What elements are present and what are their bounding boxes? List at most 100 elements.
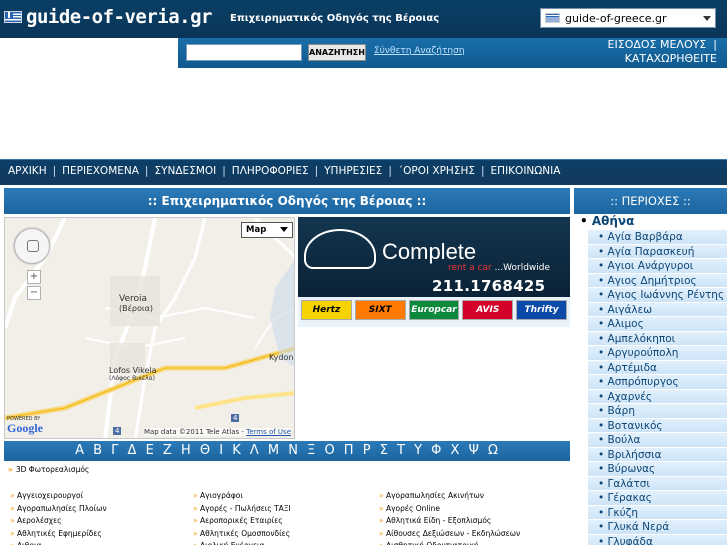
region-item[interactable]: Βοτανικός [588, 418, 727, 433]
nav-separator: | [481, 165, 485, 177]
ad-sub-white: ...Worldwide [494, 263, 551, 273]
region-item[interactable]: Βύρωνας [588, 462, 727, 477]
region-item[interactable]: Αγιος Δημήτριος [588, 273, 727, 288]
ad-banner[interactable]: Complete rent a car ...Worldwide 211.176… [298, 217, 570, 327]
car-icon [304, 229, 376, 269]
nav-item[interactable]: ΣΥΝΔΕΣΜΟΙ [154, 165, 216, 177]
ad-logo-thrifty: Thrifty [516, 300, 567, 320]
map-label-veroia-gr: (Βέροια) [119, 304, 154, 313]
banner-space [0, 68, 727, 160]
map-copyright-text: Map data ©2011 Tele Atlas - [143, 428, 247, 436]
site-select-value: guide-of-greece.gr [565, 11, 667, 25]
ad-logo-europcar: Europcar [408, 300, 460, 320]
nav-item[interactable]: ΠΛΗΡΟΦΟΡΙΕΣ [232, 165, 309, 177]
category-item[interactable]: Αεροπορικές Εταιρίες [193, 515, 291, 528]
search-bar: ΑΝΑΖΗΤΗΣΗ Σύνθετη Αναζήτηση ΕΙΣΟΔΟΣ ΜΕΛΟ… [178, 38, 727, 68]
region-item[interactable]: Αργυρούπολη [588, 346, 727, 361]
category-item[interactable]: Αιολική Ενέργεια [193, 540, 291, 545]
site-select[interactable]: guide-of-greece.gr [540, 8, 716, 28]
category-item[interactable]: Αγοραπωλησίες Ακινήτων [379, 490, 520, 503]
region-item[interactable]: Αγία Βαρβάρα [588, 230, 727, 245]
category-item[interactable]: Αθλητικές Εφημερίδες [10, 528, 107, 541]
region-item[interactable]: Βάρη [588, 404, 727, 419]
category-item[interactable]: Αιθρια [10, 540, 107, 545]
category-featured[interactable]: » 3D Φωτορεαλισμός [8, 465, 89, 474]
site-logo[interactable]: guide-of-veria.gr [4, 6, 212, 28]
category-item[interactable]: Αθλητικές Ομοσπονδίες [193, 528, 291, 541]
category-item[interactable]: Αγορές - Πωλήσεις ΤΑΞΙ [193, 503, 291, 516]
nav-separator: | [314, 165, 319, 177]
google-logo[interactable]: Google [7, 421, 43, 436]
nav-item[interactable]: ΑΡΧΙΚΗ [8, 165, 47, 177]
logo-text: guide-of-veria.gr [26, 6, 212, 28]
region-parent[interactable]: Αθήνα [580, 214, 635, 228]
map-type-value: Map [246, 225, 267, 235]
category-column-2: ΑγιογράφοιΑγορές - Πωλήσεις ΤΑΞΙΑεροπορι… [193, 490, 291, 545]
region-item[interactable]: Βριλήσσια [588, 447, 727, 462]
category-item[interactable]: Αγοραπωλησίες Πλοίων [10, 503, 107, 516]
greek-flag-icon [545, 13, 560, 23]
regions-sidebar: Αθήνα Αγία ΒαρβάραΑγία ΠαρασκευήΑγιοι Αν… [574, 214, 727, 545]
category-item[interactable]: Αισθητική Οδοντιατρική [379, 540, 520, 545]
nav-separator: | [52, 165, 57, 177]
nav-items: ΑΡΧΙΚΗ | ΠΕΡΙΕΧΟΜΕΝΑ | ΣΥΝΔΕΣΜΟΙ | ΠΛΗΡΟΦΟΡΙΕΣ… [8, 165, 560, 177]
region-item[interactable]: Αγιος Ιωάννης Ρέντης [588, 288, 727, 303]
region-item[interactable]: Αγιοι Ανάργυροι [588, 259, 727, 274]
region-item[interactable]: Αλιμος [588, 317, 727, 332]
region-item[interactable]: Αχαρνές [588, 389, 727, 404]
region-item[interactable]: Γκύζη [588, 505, 727, 520]
google-map[interactable]: + − Map Veroia (Βέροια) Lofos Vikela (Λό… [4, 217, 295, 439]
top-header: guide-of-veria.gr Επιχειρηματικός Οδηγός… [0, 0, 727, 38]
page-title: :: Επιχειρηματικός Οδηγός της Βέροιας :: [4, 188, 570, 214]
region-item[interactable]: Βούλα [588, 433, 727, 448]
nav-item[interactable]: ΕΠΙΚΟΙΝΩΝΙΑ [491, 165, 561, 177]
greek-flag-icon [4, 11, 22, 23]
advanced-search-link[interactable]: Σύνθετη Αναζήτηση [374, 46, 465, 56]
ad-logo-sixt: SIXT [354, 300, 406, 320]
region-item[interactable]: Αιγάλεω [588, 302, 727, 317]
ad-phone: 211.1768425 [432, 277, 546, 295]
terms-link[interactable]: Terms of Use [246, 428, 291, 436]
chevron-down-icon [280, 227, 288, 232]
tagline: Επιχειρηματικός Οδηγός της Βέροιας [230, 13, 440, 24]
nav-item[interactable]: ΥΠΗΡΕΣΙΕΣ [324, 165, 382, 177]
category-item[interactable]: Αγορές Online [379, 503, 520, 516]
map-label-veroia: Veroia [119, 294, 148, 304]
login-link[interactable]: ΕΙΣΟΔΟΣ ΜΕΛΟΥΣ [608, 38, 707, 51]
region-item[interactable]: Αρτέμιδα [588, 360, 727, 375]
register-link[interactable]: ΚΑΤΑΧΩΡΗΘΕΙΤΕ [567, 52, 717, 66]
road-shield: 4 [113, 427, 122, 435]
region-item[interactable]: Ασπρόπυργος [588, 375, 727, 390]
sidebar-title: :: ΠΕΡΙΟΧΕΣ :: [574, 188, 727, 214]
ad-brand: Complete [382, 239, 477, 264]
nav-separator: | [388, 165, 392, 177]
nav-item[interactable]: ΠΕΡΙΕΧΟΜΕΝΑ [62, 165, 139, 177]
search-input[interactable] [186, 44, 302, 61]
category-item[interactable]: Αίθουσες Δεξιώσεων - Εκδηλώσεων [379, 528, 520, 541]
region-item[interactable]: Αγία Παρασκευή [588, 244, 727, 259]
category-featured-label: 3D Φωτορεαλισμός [15, 465, 90, 474]
region-item[interactable]: Γλυφάδα [588, 534, 727, 545]
account-links: ΕΙΣΟΔΟΣ ΜΕΛΟΥΣ | ΚΑΤΑΧΩΡΗΘΕΙΤΕ [567, 38, 717, 66]
zoom-control: + − [27, 270, 41, 300]
nav-item[interactable]: ΄ΟΡΟΙ ΧΡΗΣΗΣ [398, 165, 475, 177]
map-pan-control[interactable] [14, 228, 50, 264]
map-copyright: Map data ©2011 Tele Atlas - Terms of Use [143, 428, 291, 436]
region-item[interactable]: Γλυκά Νερά [588, 520, 727, 535]
map-type-select[interactable]: Map [241, 222, 293, 238]
search-button[interactable]: ΑΝΑΖΗΤΗΣΗ [308, 44, 366, 61]
region-item[interactable]: Γέρακας [588, 491, 727, 506]
ad-sub-red: rent a car [448, 263, 492, 273]
zoom-in-button[interactable]: + [27, 270, 41, 284]
region-item[interactable]: Αμπελόκηποι [588, 331, 727, 346]
category-item[interactable]: Αθλητικά Είδη - Εξοπλισμός [379, 515, 520, 528]
alphabet-index[interactable]: Α Β Γ Δ Ε Ζ Η Θ Ι Κ Λ Μ Ν Ξ Ο Π Ρ Σ Τ Υ … [4, 441, 570, 461]
category-item[interactable]: Αγγειοχειρουργοί [10, 490, 107, 503]
category-item[interactable]: Αερολέσχες [10, 515, 107, 528]
zoom-out-button[interactable]: − [27, 286, 41, 300]
category-item[interactable]: Αγιογράφοι [193, 490, 291, 503]
hand-icon [27, 240, 39, 252]
ad-logo-avis: AVIS [462, 300, 514, 320]
main-nav: ΑΡΧΙΚΗ | ΠΕΡΙΕΧΟΜΕΝΑ | ΣΥΝΔΕΣΜΟΙ | ΠΛΗΡΟΦΟΡΙΕΣ… [0, 159, 727, 185]
region-item[interactable]: Γαλάτσι [588, 476, 727, 491]
